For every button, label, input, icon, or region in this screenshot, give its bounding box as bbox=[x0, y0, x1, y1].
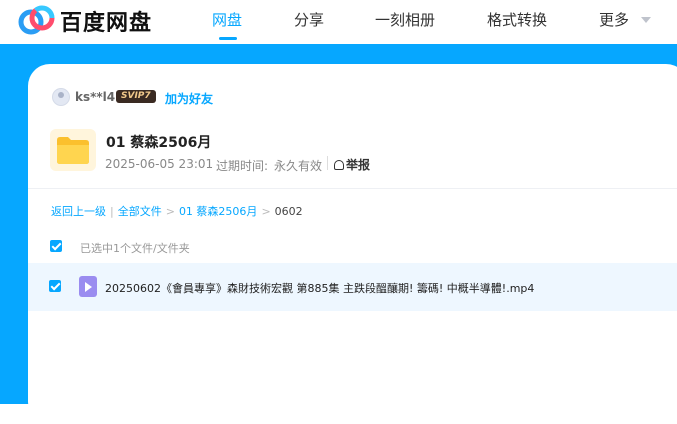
video-file-icon bbox=[79, 276, 97, 297]
file-name[interactable]: 20250602《會員專享》森財技術宏觀 第885集 主跌段醞釀期! 籌碼! 中… bbox=[105, 280, 534, 296]
breadcrumb-separator: | bbox=[110, 205, 114, 218]
breadcrumb: 返回上一级 | 全部文件 >01 蔡森2506月 >0602 bbox=[51, 203, 303, 219]
cloud-logo-icon bbox=[18, 5, 55, 35]
nav-more[interactable]: 更多 bbox=[599, 9, 629, 30]
breadcrumb-separator: > bbox=[165, 205, 175, 218]
brand-name: 百度网盘 bbox=[60, 11, 153, 36]
divider bbox=[327, 156, 328, 170]
selection-summary: 已选中1个文件/文件夹 bbox=[80, 242, 190, 255]
expire-value: 永久有效 bbox=[274, 159, 323, 173]
breadcrumb-back-link[interactable]: 返回上一级 bbox=[51, 205, 106, 218]
nav-format-convert[interactable]: 格式转换 bbox=[487, 9, 547, 30]
select-all-checkbox[interactable] bbox=[50, 240, 62, 252]
svip-badge: SVIP7 bbox=[116, 90, 156, 103]
alarm-icon bbox=[334, 160, 344, 170]
report-button[interactable]: 举报 bbox=[334, 156, 370, 173]
nav-netdisk[interactable]: 网盘 bbox=[212, 9, 242, 30]
breadcrumb-folder[interactable]: 01 蔡森2506月 bbox=[179, 205, 258, 218]
folder-icon bbox=[50, 129, 96, 171]
nav-active-indicator bbox=[219, 37, 237, 40]
chevron-down-icon[interactable] bbox=[641, 17, 651, 23]
breadcrumb-separator: > bbox=[261, 205, 271, 218]
top-navigation-bar: 百度网盘 网盘 分享 一刻相册 格式转换 更多 bbox=[0, 0, 677, 44]
breadcrumb-all-files[interactable]: 全部文件 bbox=[118, 205, 162, 218]
share-date: 2025-06-05 23:01 bbox=[105, 157, 214, 171]
expire-label: 过期时间: bbox=[216, 159, 269, 173]
nav-album[interactable]: 一刻相册 bbox=[375, 9, 435, 30]
add-friend-link[interactable]: 加为好友 bbox=[165, 90, 213, 107]
nav-share[interactable]: 分享 bbox=[294, 9, 324, 30]
breadcrumb-current: 0602 bbox=[274, 205, 303, 218]
avatar[interactable] bbox=[52, 88, 70, 106]
report-label: 举报 bbox=[346, 158, 371, 172]
file-checkbox[interactable] bbox=[49, 280, 61, 292]
sharer-username[interactable]: ks**l4 bbox=[75, 90, 115, 104]
divider bbox=[28, 188, 677, 189]
share-folder-title: 01 蔡森2506月 bbox=[106, 135, 212, 151]
baidu-netdisk-logo[interactable]: 百度网盘 bbox=[18, 3, 158, 37]
